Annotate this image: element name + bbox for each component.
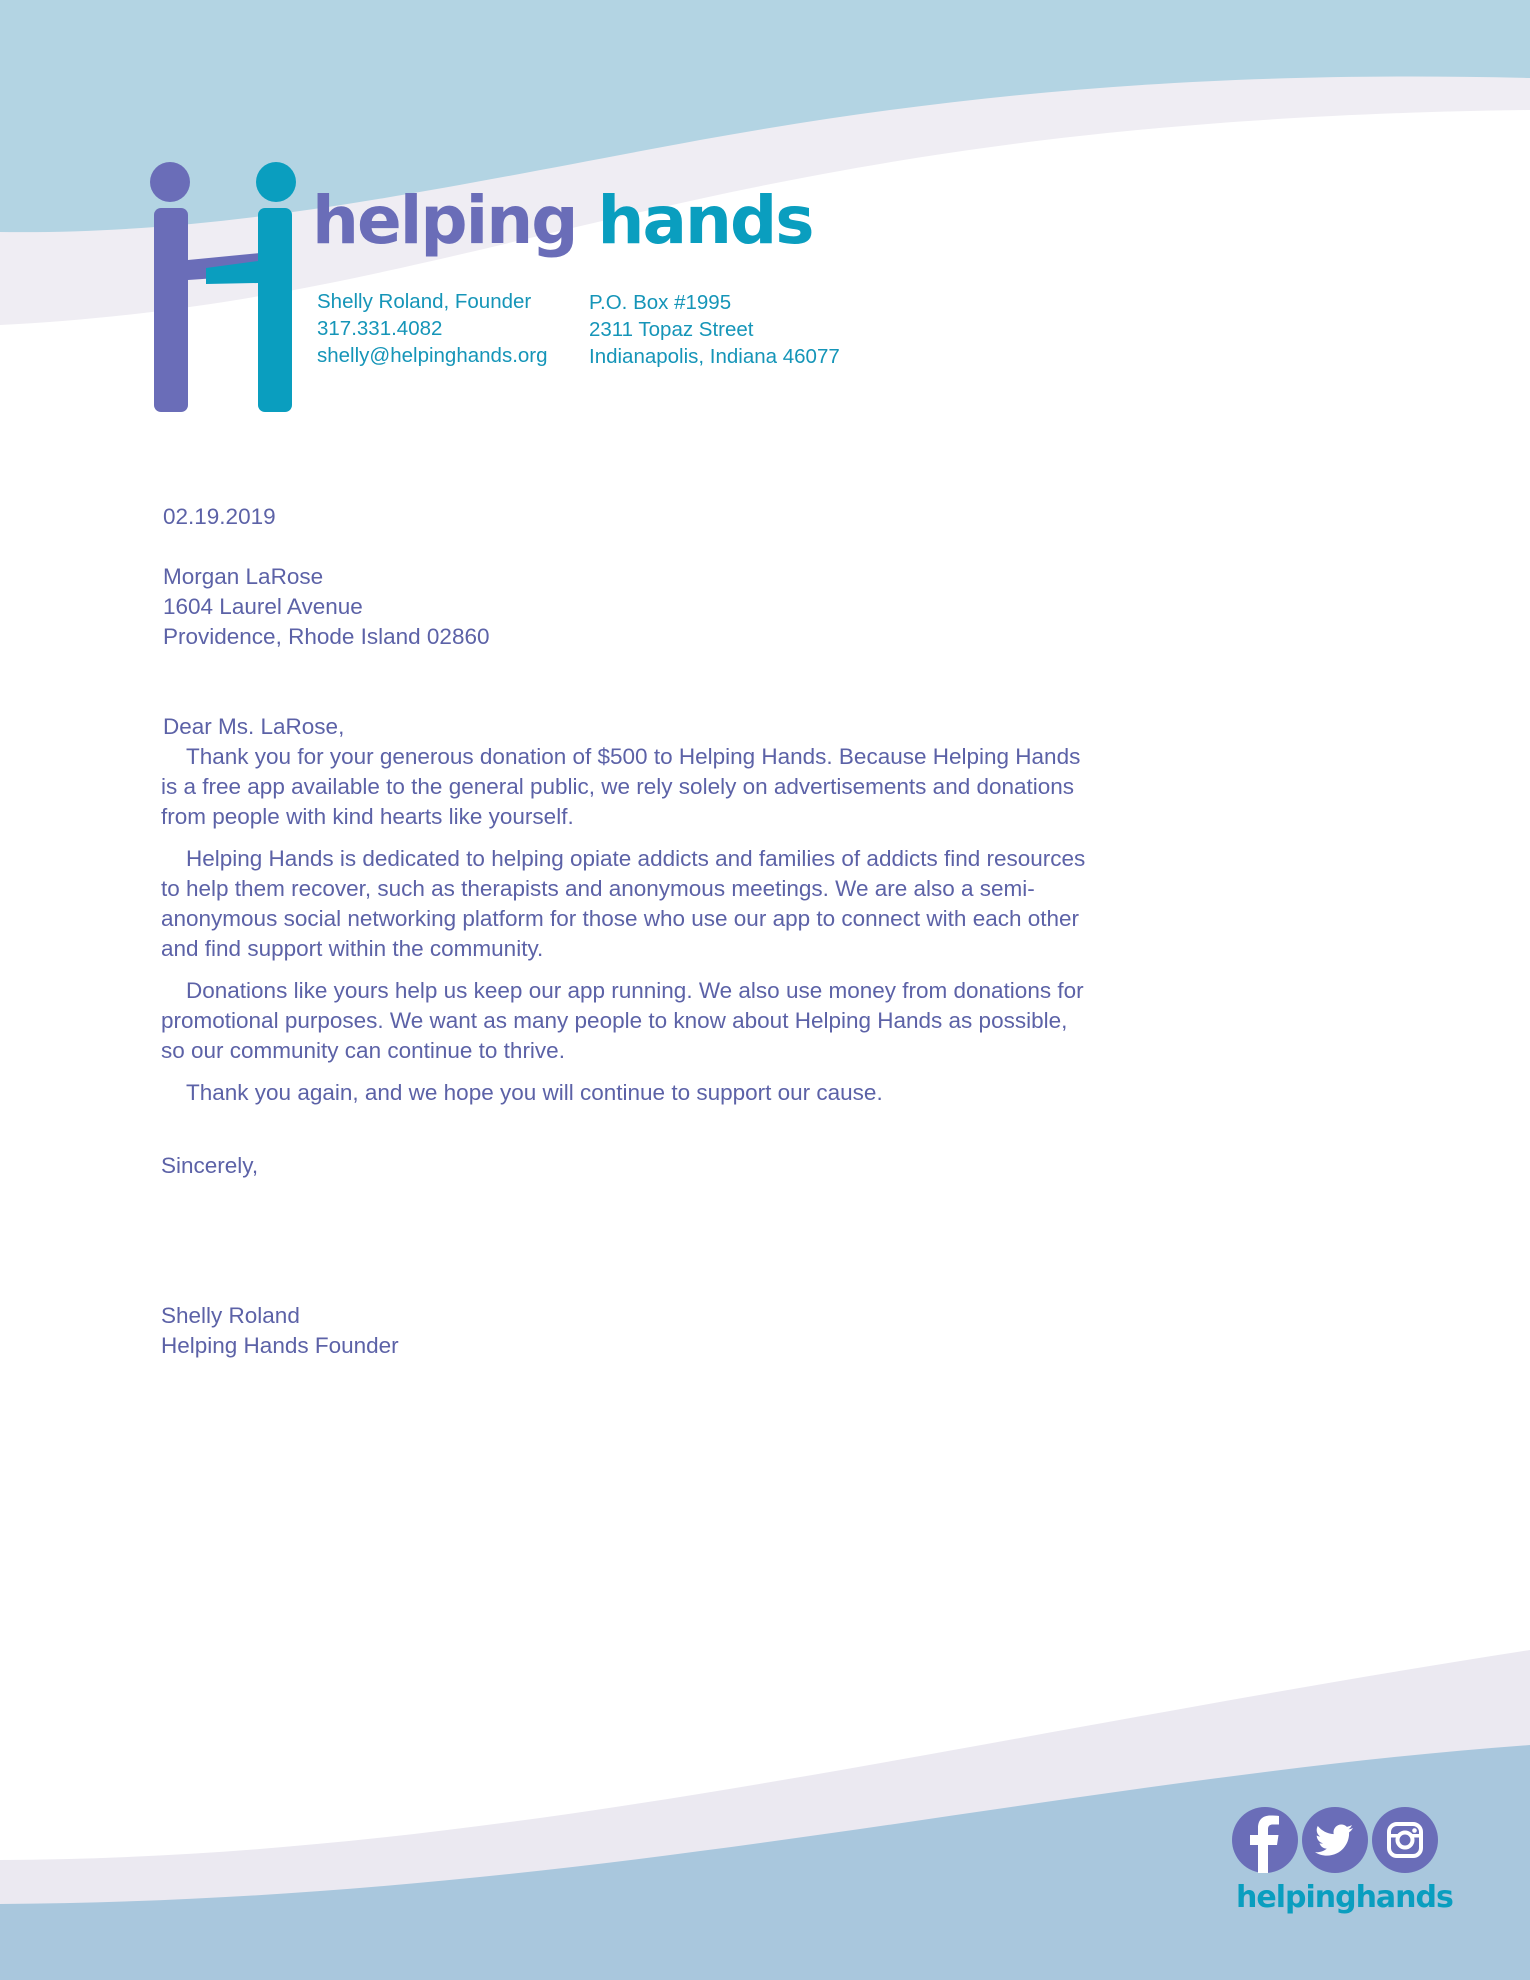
- letter-greeting: Dear Ms. LaRose,: [163, 714, 345, 739]
- body-paragraph: Helping Hands is dedicated to helping op…: [161, 846, 1086, 961]
- logo-word-hands: hands: [597, 182, 814, 259]
- logo-wordmark: helping hands: [312, 188, 815, 254]
- sender-name: Shelly Roland, Founder: [317, 290, 532, 313]
- facebook-icon[interactable]: [1232, 1807, 1298, 1873]
- sender-street: 2311 Topaz Street: [589, 318, 754, 341]
- social-links: [1232, 1807, 1440, 1875]
- footer-wordmark: helpinghands: [1236, 1880, 1454, 1915]
- sender-phone: 317.331.4082: [317, 317, 443, 340]
- recipient-name: Morgan LaRose: [163, 564, 324, 589]
- logo-word-helping: helping: [312, 182, 578, 259]
- signer-name: Shelly Roland: [161, 1303, 300, 1328]
- signer-title: Helping Hands Founder: [161, 1333, 399, 1358]
- sender-email: shelly@helpinghands.org: [317, 344, 548, 367]
- recipient-street: 1604 Laurel Avenue: [163, 594, 363, 619]
- sender-address: P.O. Box #1995 2311 Topaz Street Indiana…: [589, 289, 840, 370]
- recipient-address: Morgan LaRose 1604 Laurel Avenue Provide…: [163, 562, 489, 652]
- recipient-city: Providence, Rhode Island 02860: [163, 624, 490, 649]
- letter-closing: Sincerely,: [161, 1153, 259, 1178]
- sender-contact: Shelly Roland, Founder 317.331.4082 shel…: [317, 288, 548, 369]
- instagram-icon[interactable]: [1372, 1807, 1438, 1873]
- letter-body: Thank you for your generous donation of …: [161, 742, 1096, 1120]
- twitter-icon[interactable]: [1302, 1807, 1368, 1873]
- letter-date: 02.19.2019: [163, 504, 276, 529]
- body-paragraph: Donations like yours help us keep our ap…: [161, 978, 1084, 1063]
- body-paragraph: Thank you for your generous donation of …: [161, 744, 1081, 829]
- sender-city: Indianapolis, Indiana 46077: [589, 345, 840, 368]
- sender-po-box: P.O. Box #1995: [589, 291, 732, 314]
- body-paragraph: Thank you again, and we hope you will co…: [186, 1080, 883, 1105]
- logo-mark-icon: [150, 162, 296, 412]
- signature-block: Shelly Roland Helping Hands Founder: [161, 1301, 399, 1361]
